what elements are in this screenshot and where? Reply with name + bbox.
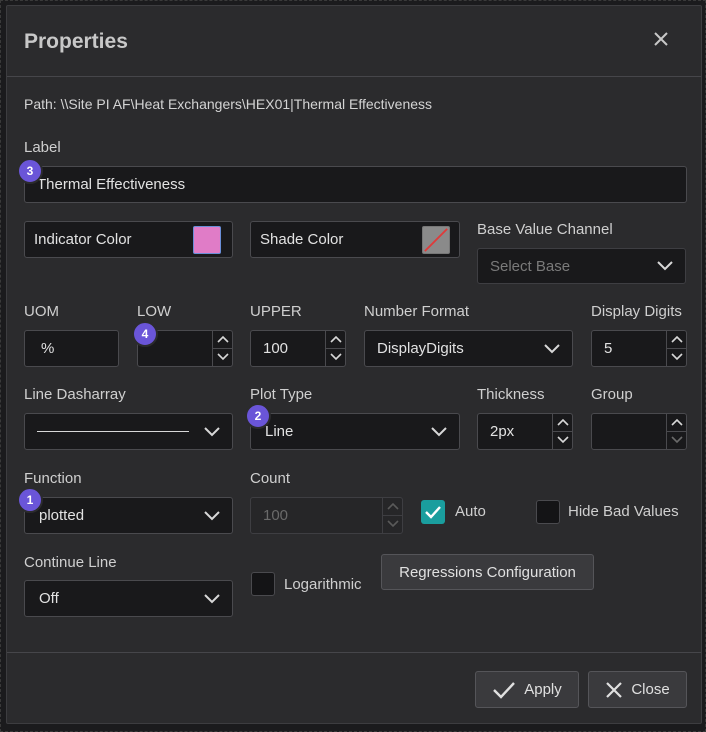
count-label: Count [250, 470, 291, 487]
header-divider [7, 76, 701, 77]
upper-stepper [325, 331, 345, 366]
chevron-up-icon[interactable] [667, 414, 686, 432]
close-icon [606, 681, 623, 698]
group-input[interactable] [591, 413, 687, 450]
label-input[interactable]: Thermal Effectiveness [24, 166, 687, 203]
chevron-down-icon [204, 426, 220, 436]
footer-divider [7, 652, 701, 653]
display-digits-label: Display Digits [591, 303, 682, 320]
chevron-down-icon[interactable] [667, 432, 686, 450]
continue-line-label: Continue Line [24, 554, 117, 571]
indicator-color-label: Indicator Color [34, 231, 132, 248]
number-format-label: Number Format [364, 303, 470, 320]
chevron-down-icon [657, 261, 673, 271]
chevron-down-icon[interactable] [213, 349, 232, 367]
label-field-label: Label [24, 139, 61, 156]
thickness-input[interactable]: 2px [477, 413, 573, 450]
count-input[interactable]: 100 [250, 497, 403, 534]
indicator-color-swatch [193, 226, 221, 254]
plot-type-select[interactable]: Line [250, 413, 460, 450]
upper-input[interactable]: 100 [250, 330, 346, 367]
checkmark-icon [493, 681, 516, 699]
display-digits-value: 5 [604, 340, 613, 357]
indicator-color-picker[interactable]: Indicator Color [24, 221, 233, 258]
step-badge-4: 4 [132, 321, 158, 347]
number-format-value: DisplayDigits [377, 340, 464, 357]
thickness-value: 2px [490, 423, 515, 440]
step-badge-2: 2 [245, 403, 271, 429]
base-value-placeholder: Select Base [490, 257, 571, 275]
path-text: Path: \\Site PI AF\Heat Exchangers\HEX01… [24, 96, 433, 112]
label-input-value: Thermal Effectiveness [37, 176, 186, 193]
base-value-channel-label: Base Value Channel [477, 221, 613, 238]
base-value-channel-select[interactable]: Select Base [477, 248, 686, 284]
low-label: LOW [137, 303, 172, 320]
group-label: Group [591, 386, 633, 403]
apply-button[interactable]: Apply [475, 671, 579, 708]
chevron-down-icon [204, 593, 220, 603]
shade-color-label: Shade Color [260, 231, 344, 248]
function-select[interactable]: plotted [24, 497, 233, 534]
upper-value: 100 [263, 340, 289, 357]
apply-button-label: Apply [524, 681, 562, 698]
function-value: plotted [39, 507, 85, 524]
step-badge-1: 1 [17, 487, 43, 513]
chevron-down-icon [383, 516, 402, 534]
continue-line-select[interactable]: Off [24, 580, 233, 617]
chevron-up-icon[interactable] [326, 331, 345, 349]
hide-bad-values-checkbox[interactable] [536, 500, 560, 524]
chevron-down-icon [431, 426, 447, 436]
function-label: Function [24, 470, 82, 487]
low-stepper [212, 331, 232, 366]
plot-type-label: Plot Type [250, 386, 313, 403]
thickness-stepper [552, 414, 572, 449]
line-dasharray-label: Line Dasharray [24, 386, 126, 403]
properties-dialog: Properties Path: \\Site PI AF\Heat Excha… [6, 5, 702, 724]
close-icon[interactable] [650, 28, 672, 50]
logarithmic-checkbox[interactable] [251, 572, 275, 596]
uom-input[interactable]: % [24, 330, 119, 367]
continue-line-value: Off [39, 590, 59, 607]
chevron-down-icon [204, 510, 220, 520]
solid-line-preview [37, 431, 189, 432]
count-value: 100 [263, 507, 289, 524]
chevron-down-icon[interactable] [553, 432, 572, 450]
chevron-up-icon[interactable] [667, 331, 686, 349]
chevron-up-icon[interactable] [213, 331, 232, 349]
logarithmic-label: Logarithmic [284, 576, 362, 593]
step-badge-3: 3 [17, 158, 43, 184]
display-digits-stepper [666, 331, 686, 366]
hide-bad-values-label: Hide Bad Values [568, 503, 679, 520]
no-color-icon [422, 226, 450, 254]
chevron-down-icon[interactable] [667, 349, 686, 367]
uom-value: % [41, 340, 55, 357]
auto-checkbox[interactable] [421, 500, 445, 524]
count-stepper [382, 498, 402, 533]
close-button[interactable]: Close [588, 671, 687, 708]
display-digits-input[interactable]: 5 [591, 330, 687, 367]
upper-label: UPPER [250, 303, 302, 320]
auto-label: Auto [455, 503, 486, 520]
uom-label: UOM [24, 303, 59, 320]
group-stepper [666, 414, 686, 449]
number-format-select[interactable]: DisplayDigits [364, 330, 573, 367]
line-dasharray-select[interactable] [24, 413, 233, 450]
plot-type-value: Line [265, 423, 294, 440]
dialog-title: Properties [24, 30, 128, 53]
close-button-label: Close [631, 681, 670, 698]
chevron-down-icon[interactable] [326, 349, 345, 367]
chevron-down-icon [544, 343, 560, 353]
chevron-up-icon[interactable] [553, 414, 572, 432]
chevron-up-icon [383, 498, 402, 516]
checkmark-icon [425, 506, 441, 519]
shade-color-picker[interactable]: Shade Color [250, 221, 460, 258]
regressions-configuration-button[interactable]: Regressions Configuration [381, 554, 594, 590]
thickness-label: Thickness [477, 386, 545, 403]
